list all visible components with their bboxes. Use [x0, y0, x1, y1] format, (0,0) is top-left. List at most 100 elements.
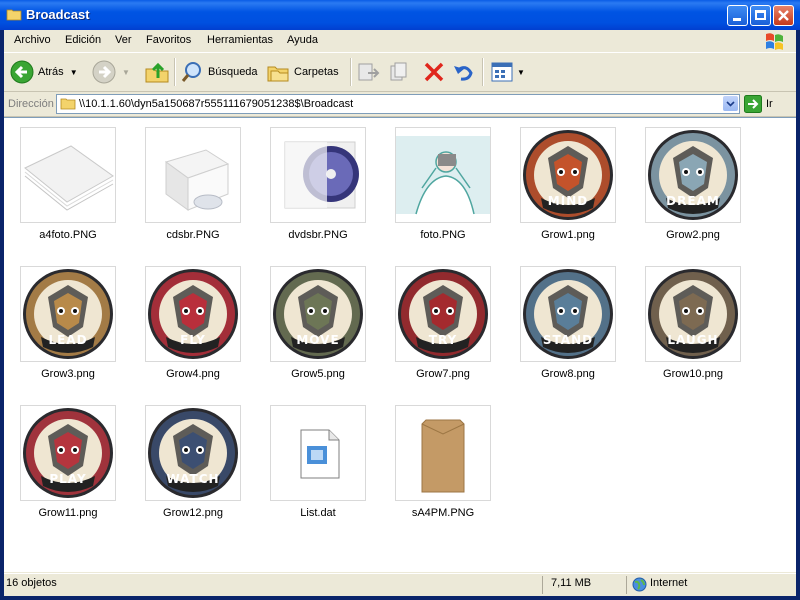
menu-edicion[interactable]: Edición	[65, 34, 101, 46]
toolbar: Atrás ▼ ▼ Búsqueda Carpetas ▼	[4, 53, 796, 92]
file-view[interactable]: a4foto.PNG cdsbr.PNG dvdsbr.PNG foto.PNG	[4, 117, 796, 572]
title-bar[interactable]: Broadcast	[0, 0, 800, 30]
emblem-badge-text: LAUGH	[667, 333, 719, 347]
chevron-down-icon	[726, 101, 735, 107]
file-item[interactable]: STAND Grow8.png	[508, 261, 628, 391]
file-item[interactable]: FLY Grow4.png	[133, 261, 253, 391]
file-name: cdsbr.PNG	[166, 229, 220, 241]
copy-to-icon	[390, 62, 407, 81]
file-item[interactable]: TRY Grow7.png	[383, 261, 503, 391]
explorer-window: Broadcast Archivo Edición Ver Favoritos …	[0, 0, 800, 600]
address-label: Dirección	[8, 98, 54, 110]
go-label: Ir	[766, 98, 773, 110]
file-name: sA4PM.PNG	[411, 507, 475, 519]
address-field[interactable]: \\10.1.1.60\dyn5a150687r555111679051238$…	[56, 94, 740, 114]
emblem-badge-text: STAND	[542, 333, 594, 347]
file-thumbnail[interactable]: FLY	[145, 266, 241, 362]
undo-icon	[454, 66, 473, 81]
emblem-badge-text: MOVE	[296, 333, 340, 347]
file-item[interactable]: LAUGH Grow10.png	[633, 261, 753, 391]
search-button[interactable]: Búsqueda	[180, 59, 258, 85]
file-thumbnail[interactable]: DREAM	[645, 127, 741, 223]
file-thumbnail[interactable]: TRY	[395, 266, 491, 362]
file-thumbnail[interactable]	[20, 127, 116, 223]
status-size: 7,11 MB	[551, 577, 592, 589]
file-item[interactable]: a4foto.PNG	[8, 122, 128, 252]
folder-icon	[6, 9, 22, 21]
thumbnail-image	[284, 141, 359, 209]
forward-button[interactable]: ▼	[92, 59, 130, 85]
file-thumbnail[interactable]: WATCH	[145, 405, 241, 501]
file-thumbnail[interactable]	[395, 405, 491, 501]
file-name: Grow7.png	[416, 368, 470, 380]
thumbnail-image	[300, 429, 340, 479]
close-button[interactable]	[773, 5, 794, 26]
menu-favoritos[interactable]: Favoritos	[146, 34, 191, 46]
file-item[interactable]: sA4PM.PNG	[383, 400, 503, 530]
emblem-badge-text: FLY	[180, 333, 206, 347]
file-item[interactable]: PLAY Grow11.png	[8, 400, 128, 530]
undo-button[interactable]	[452, 59, 476, 85]
file-name: dvdsbr.PNG	[288, 229, 348, 241]
emblem-badge-text: DREAM	[666, 194, 720, 208]
up-folder-button[interactable]	[144, 59, 170, 85]
delete-button[interactable]	[422, 59, 446, 85]
file-thumbnail[interactable]: MOVE	[270, 266, 366, 362]
file-item[interactable]: dvdsbr.PNG	[258, 122, 378, 252]
emblem-badge-text: TRY	[428, 333, 458, 347]
menu-ver[interactable]: Ver	[115, 34, 132, 46]
file-name: a4foto.PNG	[39, 229, 97, 241]
file-item[interactable]: LEAD Grow3.png	[8, 261, 128, 391]
file-name: Grow4.png	[166, 368, 220, 380]
file-item[interactable]: List.dat	[258, 400, 378, 530]
file-thumbnail[interactable]: LAUGH	[645, 266, 741, 362]
go-arrow-icon	[744, 95, 762, 113]
status-zone: Internet	[650, 577, 688, 589]
emblem-badge-text: LEAD	[48, 333, 88, 347]
close-icon	[778, 10, 789, 21]
file-thumbnail[interactable]	[145, 127, 241, 223]
file-thumbnail[interactable]	[270, 127, 366, 223]
back-button[interactable]: Atrás ▼	[10, 59, 78, 85]
file-item[interactable]: WATCH Grow12.png	[133, 400, 253, 530]
address-dropdown-button[interactable]	[723, 96, 738, 111]
emblem-badge-text: PLAY	[49, 472, 87, 486]
file-name: Grow10.png	[663, 368, 723, 380]
move-to-button[interactable]	[356, 59, 382, 85]
file-thumbnail[interactable]: PLAY	[20, 405, 116, 501]
search-label: Búsqueda	[208, 66, 258, 78]
back-dropdown-icon[interactable]: ▼	[70, 68, 78, 77]
file-item[interactable]: MIND Grow1.png	[508, 122, 628, 252]
menu-herramientas[interactable]: Herramientas	[207, 34, 273, 46]
copy-to-button[interactable]	[388, 59, 414, 85]
file-name: Grow3.png	[41, 368, 95, 380]
minimize-button[interactable]	[727, 5, 748, 26]
file-name: foto.PNG	[420, 229, 466, 241]
folders-label: Carpetas	[294, 66, 339, 78]
status-divider	[542, 576, 543, 594]
file-name: Grow8.png	[541, 368, 595, 380]
folders-button[interactable]: Carpetas	[266, 59, 339, 85]
file-thumbnail[interactable]	[270, 405, 366, 501]
menu-archivo[interactable]: Archivo	[14, 34, 51, 46]
file-thumbnail[interactable]: STAND	[520, 266, 616, 362]
maximize-button[interactable]	[750, 5, 771, 26]
up-folder-icon	[145, 62, 169, 83]
file-thumbnail[interactable]: MIND	[520, 127, 616, 223]
file-thumbnail[interactable]	[395, 127, 491, 223]
network-folder-icon	[60, 98, 76, 110]
file-item[interactable]: cdsbr.PNG	[133, 122, 253, 252]
file-item[interactable]: MOVE Grow5.png	[258, 261, 378, 391]
address-value: \\10.1.1.60\dyn5a150687r555111679051238$…	[79, 98, 354, 110]
file-thumbnail[interactable]: LEAD	[20, 266, 116, 362]
forward-dropdown-icon[interactable]: ▼	[122, 68, 130, 77]
menu-ayuda[interactable]: Ayuda	[287, 34, 318, 46]
views-icon	[491, 62, 513, 82]
file-item[interactable]: DREAM Grow2.png	[633, 122, 753, 252]
status-object-count: 16 objetos	[6, 577, 57, 589]
back-label: Atrás	[38, 66, 64, 78]
file-item[interactable]: foto.PNG	[383, 122, 503, 252]
views-button[interactable]: ▼	[490, 59, 525, 85]
views-dropdown-icon[interactable]: ▼	[517, 68, 525, 77]
go-button[interactable]: Ir	[744, 95, 773, 113]
